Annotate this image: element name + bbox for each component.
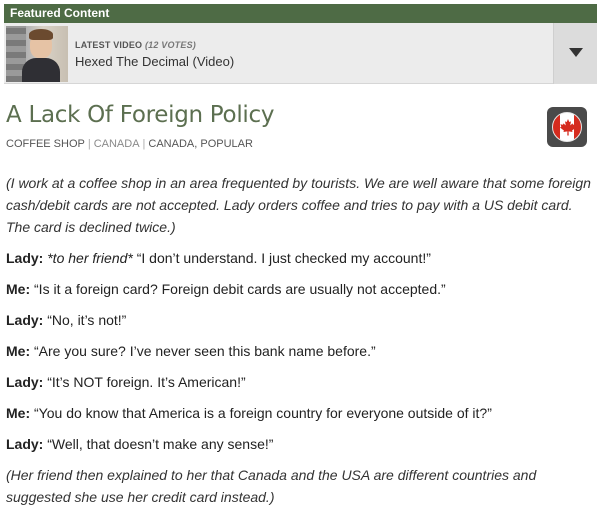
- story-tags: COFFEE SHOP | CANADA | CANADA, POPULAR: [6, 138, 253, 150]
- dialogue-text: “I don’t understand. I just checked my a…: [132, 250, 431, 266]
- flag-circle: [552, 112, 582, 142]
- dialogue-text: “You do know that America is a foreign c…: [30, 405, 492, 421]
- story-title: A Lack Of Foreign Policy: [6, 102, 275, 128]
- featured-votes: (12 VOTES): [144, 40, 196, 50]
- thumbnail-person-hair: [29, 29, 53, 40]
- stage-direction: *to her friend*: [47, 250, 133, 266]
- thumbnail-person-body: [22, 58, 60, 82]
- dialogue-text: “Are you sure? I’ve never seen this bank…: [30, 343, 376, 359]
- maple-leaf-icon: [560, 119, 576, 136]
- speaker-label: Me:: [6, 405, 31, 421]
- featured-video-title[interactable]: Hexed The Decimal (Video): [75, 54, 234, 69]
- speaker-label: Lady:: [6, 312, 44, 328]
- speaker-label: Me:: [6, 281, 31, 297]
- featured-content-header: Featured Content: [4, 4, 597, 23]
- dialogue-text: “Well, that doesn’t make any sense!”: [43, 436, 274, 452]
- speaker-label: Lady:: [6, 436, 44, 452]
- video-thumbnail[interactable]: [6, 26, 68, 82]
- featured-kicker: LATEST VIDEO (12 VOTES): [75, 40, 234, 50]
- dialogue-text: “No, it’s not!”: [43, 312, 127, 328]
- dialogue-line: Lady: *to her friend* “I don’t understan…: [6, 247, 594, 269]
- dialogue-line: Lady: “Well, that doesn’t make any sense…: [6, 433, 594, 455]
- dialogue-text: “Is it a foreign card? Foreign debit car…: [30, 281, 446, 297]
- story-intro: (I work at a coffee shop in an area freq…: [6, 175, 591, 235]
- featured-video-card[interactable]: LATEST VIDEO (12 VOTES) Hexed The Decima…: [4, 23, 597, 84]
- story-body: (I work at a coffee shop in an area freq…: [6, 172, 594, 517]
- featured-meta: LATEST VIDEO (12 VOTES) Hexed The Decima…: [75, 40, 234, 69]
- chevron-down-icon: [569, 48, 583, 57]
- tag-separator: |: [87, 138, 91, 150]
- speaker-label: Lady:: [6, 374, 44, 390]
- tag-canada-popular[interactable]: CANADA, POPULAR: [148, 138, 253, 150]
- dialogue-line: Me: “Are you sure? I’ve never seen this …: [6, 340, 594, 362]
- tag-coffee-shop[interactable]: COFFEE SHOP: [6, 138, 85, 150]
- canada-flag-icon[interactable]: [547, 107, 587, 147]
- speaker-label: Me:: [6, 343, 31, 359]
- speaker-label: Lady:: [6, 250, 44, 266]
- dialogue-line: Lady: “No, it’s not!”: [6, 309, 594, 331]
- story-outro: (Her friend then explained to her that C…: [6, 467, 537, 505]
- dialogue-line: Me: “Is it a foreign card? Foreign debit…: [6, 278, 594, 300]
- dialogue-text: “It’s NOT foreign. It’s American!”: [43, 374, 246, 390]
- tag-canada[interactable]: CANADA: [94, 138, 140, 150]
- featured-dropdown-button[interactable]: [553, 23, 597, 84]
- dialogue-line: Lady: “It’s NOT foreign. It’s American!”: [6, 371, 594, 393]
- featured-kicker-label: LATEST VIDEO: [75, 40, 143, 50]
- dialogue-line: Me: “You do know that America is a forei…: [6, 402, 594, 424]
